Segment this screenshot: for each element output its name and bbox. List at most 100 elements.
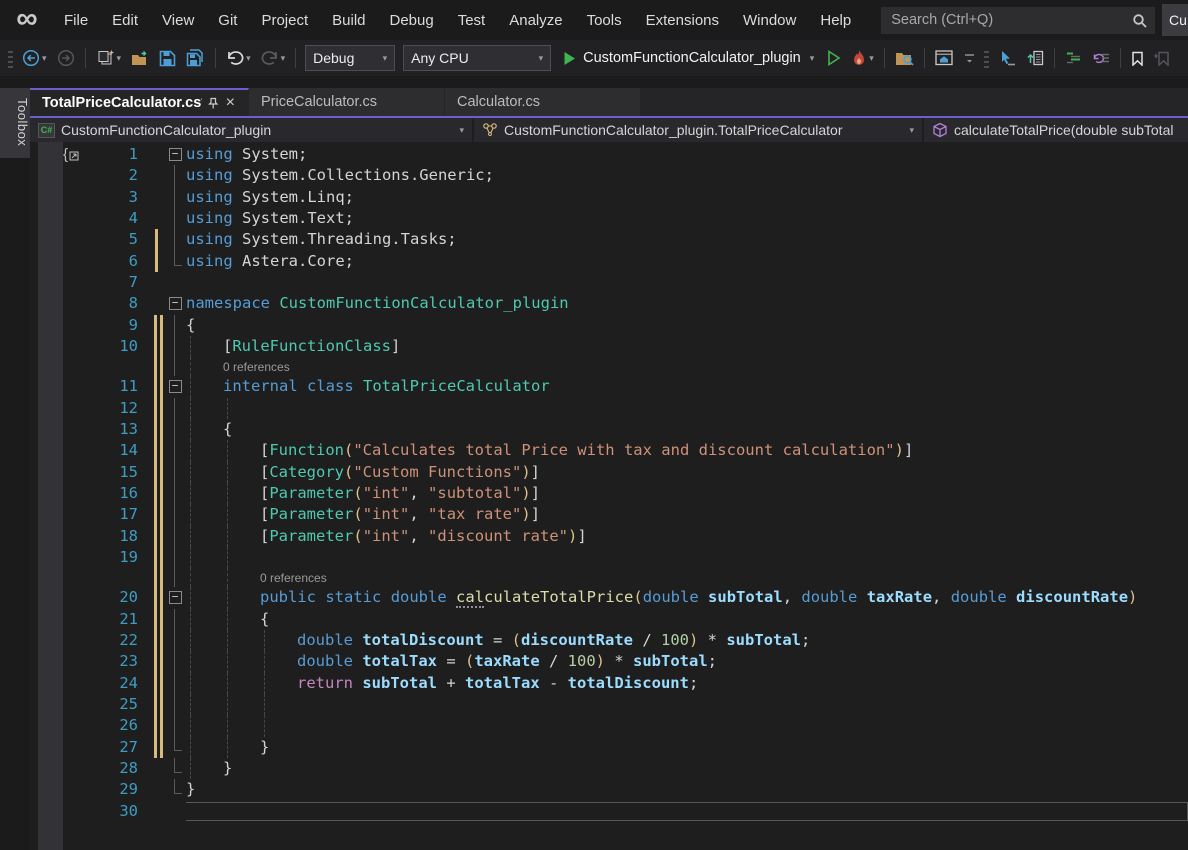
search-box[interactable]: Search (Ctrl+Q) (881, 7, 1155, 34)
navigate-forward-button[interactable] (53, 46, 79, 70)
code-outline-icon[interactable]: { (63, 146, 79, 163)
start-debug-button[interactable]: CustomFunctionCalculator_plugin ▾ (557, 48, 820, 68)
solution-configuration-dropdown[interactable]: Debug ▾ (305, 45, 395, 71)
fold-collapse-icon[interactable]: − (169, 297, 182, 310)
toolbar-grip[interactable] (984, 48, 989, 68)
account-badge[interactable]: Cu (1162, 4, 1188, 36)
fold-line (174, 651, 175, 672)
line-number: 14 (66, 440, 154, 461)
navigation-bar: C# CustomFunctionCalculator_plugin ▾ Cus… (30, 118, 1188, 142)
chevron-down-icon[interactable]: ▾ (869, 53, 874, 64)
menu-project[interactable]: Project (249, 6, 320, 35)
member-dropdown[interactable]: calculateTotalPrice(double subTotal (924, 118, 1188, 142)
line-number: 2 (66, 165, 154, 186)
code-editor[interactable]: { 1−using System;2using System.Collectio… (30, 142, 1188, 850)
tab-calculator-cs[interactable]: Calculator.cs (445, 88, 641, 116)
solution-platform-dropdown[interactable]: Any CPU ▾ (403, 45, 551, 71)
indent-guide (190, 547, 191, 568)
change-tracking-bar (154, 547, 164, 568)
change-tracking-bar (154, 630, 164, 651)
line-number: 17 (66, 504, 154, 525)
menu-analyze[interactable]: Analyze (497, 6, 574, 35)
menu-help[interactable]: Help (808, 6, 863, 35)
navigate-back-button[interactable]: ▾ (18, 46, 51, 70)
code-line: 3using System.Linq; (66, 187, 1188, 208)
fold-line (174, 336, 175, 357)
start-without-debugging-button[interactable] (823, 47, 845, 69)
menu-git[interactable]: Git (206, 6, 249, 35)
new-project-button[interactable]: ▾ (92, 46, 126, 70)
select-pointer-button[interactable] (994, 47, 1020, 69)
menu-edit[interactable]: Edit (100, 6, 150, 35)
menu-extensions[interactable]: Extensions (634, 6, 731, 35)
menu-tools[interactable]: Tools (575, 6, 634, 35)
code-token: ] (531, 505, 540, 523)
chevron-down-icon[interactable]: ▾ (246, 53, 251, 64)
menu-test[interactable]: Test (446, 6, 498, 35)
type-name: CustomFunctionCalculator_plugin.TotalPri… (504, 122, 843, 138)
code-token: [ (260, 527, 269, 545)
menu-view[interactable]: View (150, 6, 206, 35)
code-token: { (223, 420, 232, 438)
toolbar-grip[interactable] (8, 48, 13, 68)
menu-file[interactable]: File (52, 6, 100, 35)
find-in-files-button[interactable] (891, 47, 918, 70)
hot-reload-button[interactable]: ▾ (847, 46, 878, 70)
code-token: System.Linq; (233, 188, 354, 206)
breakpoint-margin[interactable] (38, 142, 63, 850)
code-token (353, 674, 362, 692)
open-file-button[interactable] (127, 47, 153, 70)
toolbar-separator (295, 48, 296, 68)
tab-totalpricecalculator-cs[interactable]: TotalPriceCalculator.cs*× (30, 88, 249, 116)
project-dropdown[interactable]: C# CustomFunctionCalculator_plugin ▾ (30, 118, 474, 142)
toggle-bookmark-button[interactable] (1127, 48, 1148, 69)
sync-active-document-button[interactable] (931, 47, 958, 69)
change-tracking-bar (154, 272, 164, 293)
code-token: } (223, 759, 232, 777)
fold-end-line (174, 779, 182, 794)
indent-guide (227, 694, 228, 715)
code-token: static (325, 588, 381, 606)
code-token: Function (269, 441, 344, 459)
chevron-down-icon[interactable]: ▾ (117, 53, 122, 64)
document-outline-button[interactable] (1022, 47, 1048, 69)
previous-bookmark-button[interactable] (1150, 48, 1174, 69)
fold-line (174, 462, 175, 483)
undo-button[interactable]: ▾ (222, 47, 255, 69)
fold-collapse-icon[interactable]: − (169, 380, 182, 393)
close-icon[interactable]: × (223, 96, 238, 110)
change-tracking-bar (154, 229, 164, 250)
quick-actions-button[interactable] (1088, 48, 1114, 68)
document-outline-icon (1026, 50, 1044, 66)
code-token: cal (456, 588, 484, 608)
codelens-references[interactable]: 0 references (186, 358, 290, 376)
toolbar-separator (215, 48, 216, 68)
code-token: subTotal (362, 674, 437, 692)
code-token: , (783, 588, 802, 606)
line-number (66, 568, 154, 587)
outlining-margin: − (164, 376, 186, 397)
sidebar-tab-toolbox[interactable]: Toolbox (0, 88, 30, 158)
format-indent-button[interactable] (1061, 48, 1086, 68)
save-all-button[interactable] (182, 46, 209, 70)
code-token: discountRate (1016, 588, 1128, 606)
type-dropdown[interactable]: CustomFunctionCalculator_plugin.TotalPri… (474, 118, 924, 142)
redo-button[interactable]: ▾ (257, 47, 290, 69)
fold-collapse-icon[interactable]: − (169, 148, 182, 161)
menu-window[interactable]: Window (731, 6, 808, 35)
save-button[interactable] (155, 47, 180, 70)
chevron-down-icon[interactable]: ▾ (810, 53, 815, 64)
line-number: 24 (66, 673, 154, 694)
configuration-value: Debug (313, 50, 372, 66)
fold-collapse-icon[interactable]: − (169, 591, 182, 604)
menu-debug[interactable]: Debug (378, 6, 446, 35)
line-number: 23 (66, 651, 154, 672)
tab-pricecalculator-cs[interactable]: PriceCalculator.cs (249, 88, 445, 116)
chevron-down-icon[interactable]: ▾ (42, 53, 47, 64)
menu-build[interactable]: Build (320, 6, 377, 35)
chevron-down-icon[interactable]: ▾ (281, 53, 286, 64)
toolbar-options-button[interactable] (960, 48, 979, 68)
save-all-icon (186, 49, 205, 67)
pin-icon[interactable] (206, 97, 219, 110)
codelens-references[interactable]: 0 references (186, 569, 327, 587)
